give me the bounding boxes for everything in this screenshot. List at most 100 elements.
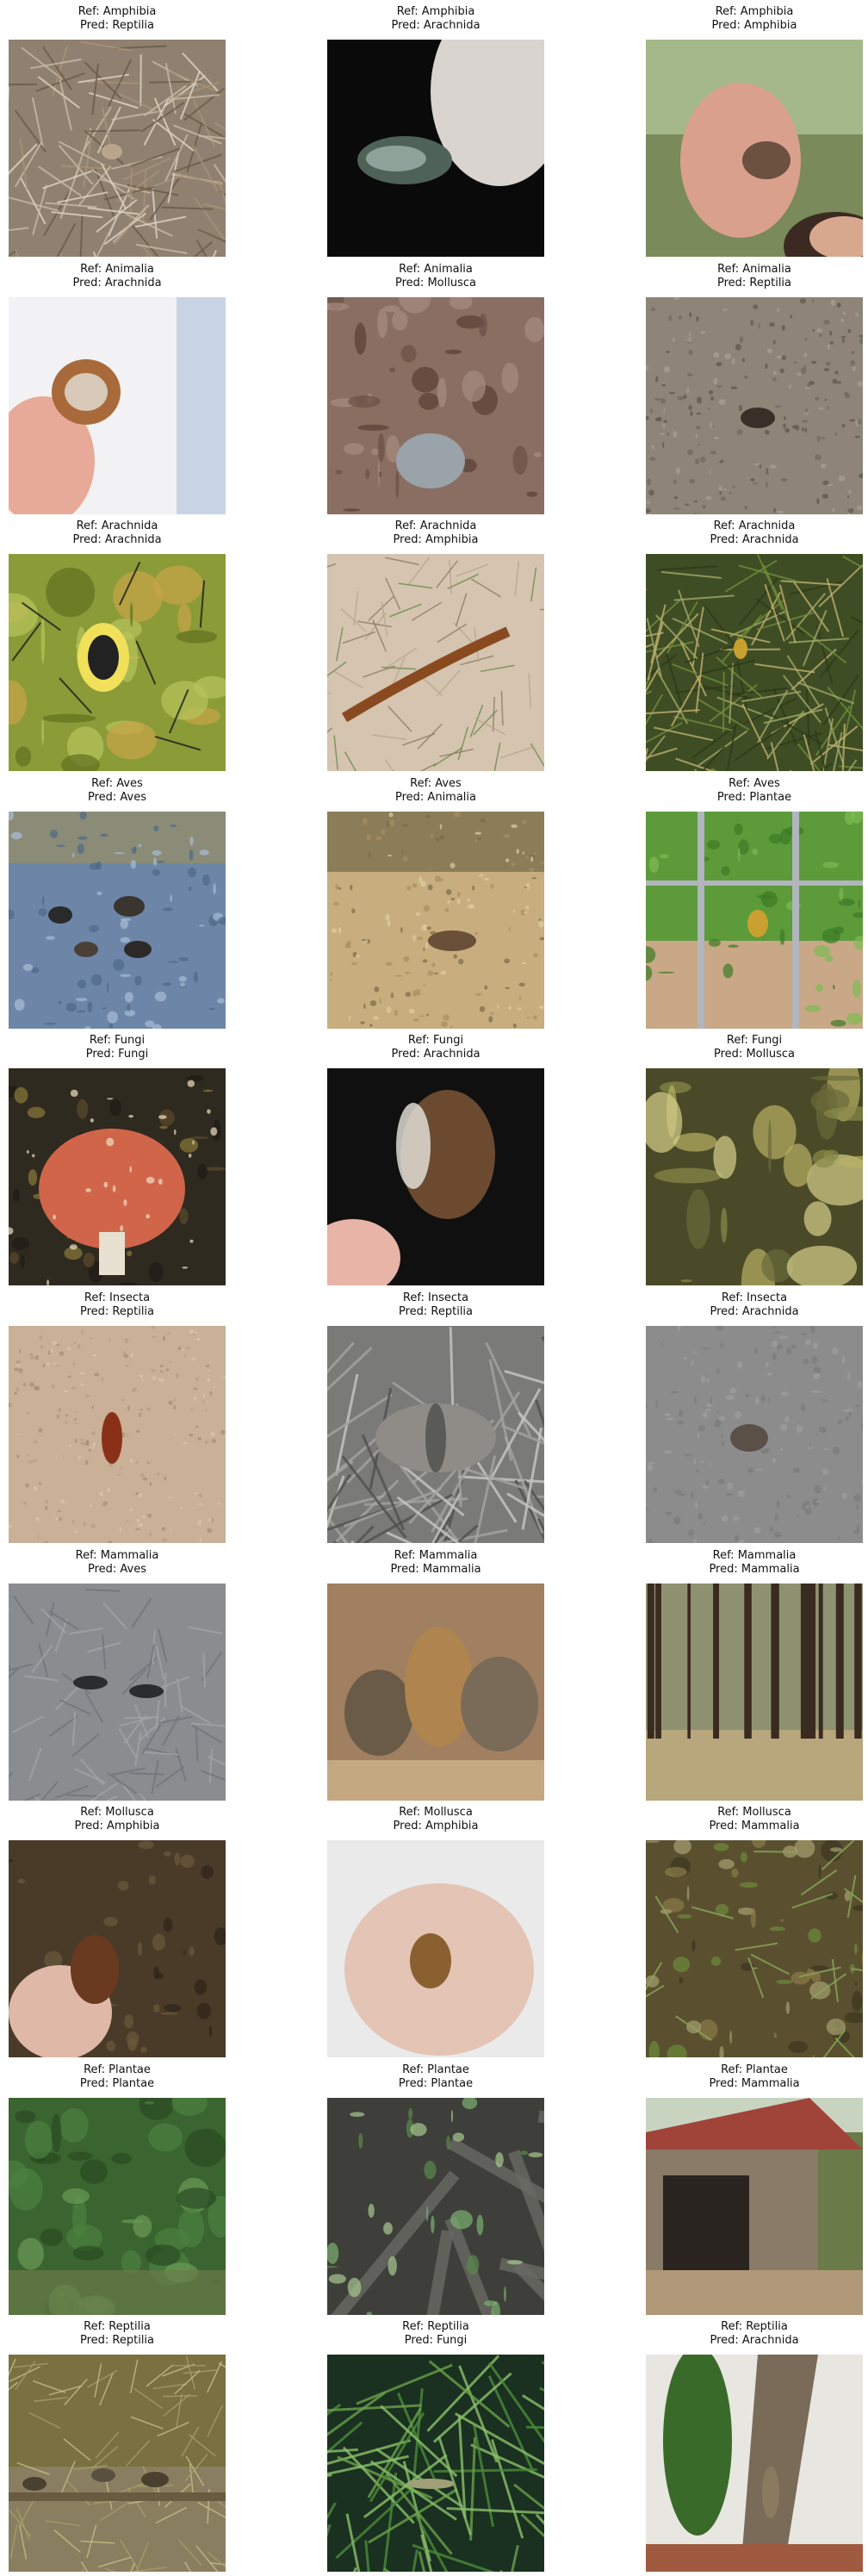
sample-image <box>9 1068 226 1286</box>
prediction-label: Pred: Reptilia <box>716 276 792 289</box>
sample-image <box>327 1068 544 1286</box>
reference-label: Ref: Plantae <box>402 2063 469 2076</box>
panel: Ref: Animalia Pred: Mollusca <box>327 262 544 514</box>
panel: Ref: Mammalia Pred: Mammalia <box>327 1548 544 1801</box>
reference-label: Ref: Animalia <box>80 262 154 276</box>
prediction-label: Pred: Reptilia <box>398 1305 474 1318</box>
reference-label: Ref: Plantae <box>721 2063 788 2076</box>
sample-image <box>646 811 863 1029</box>
prediction-label: Pred: Mammalia <box>709 1562 800 1576</box>
panel: Ref: Mollusca Pred: Amphibia <box>327 1806 544 2058</box>
reference-label: Ref: Animalia <box>717 262 791 276</box>
reference-label: Ref: Aves <box>728 776 780 790</box>
panel: Ref: Mollusca Pred: Mammalia <box>646 1806 863 2058</box>
prediction-label: Pred: Amphibia <box>74 1820 160 1833</box>
sample-image <box>9 40 226 257</box>
panel: Ref: Plantae Pred: Plantae <box>327 2063 544 2315</box>
sample-image <box>646 296 863 514</box>
prediction-label: Pred: Reptilia <box>79 2334 155 2348</box>
panel: Ref: Insecta Pred: Reptilia <box>327 1291 544 1543</box>
sample-image <box>327 2097 544 2315</box>
sample-image <box>9 2355 226 2573</box>
reference-label: Ref: Arachnida <box>394 520 477 533</box>
panel: Ref: Fungi Pred: Fungi <box>9 1034 226 1286</box>
panel: Ref: Animalia Pred: Arachnida <box>9 262 226 514</box>
sample-image <box>646 1840 863 2058</box>
panel: Ref: Amphibia Pred: Reptilia <box>9 5 226 257</box>
reference-label: Ref: Aves <box>410 776 462 790</box>
panel: Ref: Reptilia Pred: Reptilia <box>9 2320 226 2573</box>
reference-label: Ref: Insecta <box>84 1291 151 1304</box>
panel: Ref: Plantae Pred: Mammalia <box>646 2063 863 2315</box>
panel: Ref: Fungi Pred: Arachnida <box>327 1034 544 1286</box>
reference-label: Ref: Amphibia <box>715 5 794 18</box>
sample-image <box>9 1583 226 1801</box>
prediction-label: Pred: Mollusca <box>714 1048 795 1061</box>
sample-image <box>327 296 544 514</box>
panel: Ref: Plantae Pred: Plantae <box>9 2063 226 2315</box>
sample-image <box>9 1326 226 1543</box>
reference-label: Ref: Arachnida <box>76 520 158 533</box>
prediction-label: Pred: Amphibia <box>711 19 797 32</box>
prediction-label: Pred: Arachnida <box>710 1305 799 1318</box>
panel: Ref: Mollusca Pred: Amphibia <box>9 1806 226 2058</box>
panel: Ref: Arachnida Pred: Amphibia <box>327 520 544 772</box>
reference-label: Ref: Mollusca <box>80 1806 154 1820</box>
reference-label: Ref: Insecta <box>721 1291 788 1304</box>
sample-image <box>9 296 226 514</box>
prediction-label: Pred: Plantae <box>398 2076 474 2090</box>
reference-label: Ref: Mollusca <box>399 1806 473 1820</box>
panel: Ref: Mammalia Pred: Aves <box>9 1548 226 1801</box>
sample-image <box>9 2097 226 2315</box>
sample-image <box>646 1068 863 1286</box>
prediction-label: Pred: Arachnida <box>72 276 162 289</box>
sample-image <box>327 40 544 257</box>
panel: Ref: Arachnida Pred: Arachnida <box>9 520 226 772</box>
panel: Ref: Insecta Pred: Reptilia <box>9 1291 226 1543</box>
panel: Ref: Reptilia Pred: Fungi <box>327 2320 544 2573</box>
reference-label: Ref: Mammalia <box>712 1548 797 1562</box>
prediction-label: Pred: Mammalia <box>709 2076 800 2090</box>
prediction-label: Pred: Arachnida <box>391 19 480 32</box>
prediction-label: Pred: Arachnida <box>391 1048 480 1061</box>
prediction-label: Pred: Mammalia <box>390 1562 481 1576</box>
reference-label: Ref: Insecta <box>402 1291 469 1304</box>
prediction-label: Pred: Mollusca <box>395 276 476 289</box>
prediction-label: Pred: Arachnida <box>710 533 799 547</box>
prediction-label: Pred: Reptilia <box>79 19 155 32</box>
panel: Ref: Mammalia Pred: Mammalia <box>646 1548 863 1801</box>
panel: Ref: Insecta Pred: Arachnida <box>646 1291 863 1543</box>
reference-label: Ref: Amphibia <box>78 5 157 18</box>
sample-image <box>327 1840 544 2058</box>
prediction-label: Pred: Aves <box>87 1562 147 1576</box>
prediction-label: Pred: Amphibia <box>393 1820 479 1833</box>
reference-label: Ref: Animalia <box>399 262 473 276</box>
reference-label: Ref: Reptilia <box>402 2320 469 2334</box>
reference-label: Ref: Fungi <box>407 1034 464 1048</box>
prediction-label: Pred: Fungi <box>404 2334 468 2348</box>
prediction-label: Pred: Plantae <box>79 2076 155 2090</box>
reference-label: Ref: Mammalia <box>394 1548 478 1562</box>
sample-image <box>646 1583 863 1801</box>
sample-image <box>327 1326 544 1543</box>
panel: Ref: Amphibia Pred: Amphibia <box>646 5 863 257</box>
reference-label: Ref: Aves <box>91 776 143 790</box>
reference-label: Ref: Mammalia <box>75 1548 159 1562</box>
prediction-label: Pred: Arachnida <box>72 533 162 547</box>
reference-label: Ref: Reptilia <box>84 2320 151 2334</box>
sample-image <box>327 1583 544 1801</box>
panel: Ref: Aves Pred: Animalia <box>327 776 544 1029</box>
reference-label: Ref: Plantae <box>84 2063 151 2076</box>
prediction-label: Pred: Animalia <box>395 790 476 804</box>
reference-label: Ref: Amphibia <box>396 5 475 18</box>
reference-label: Ref: Reptilia <box>721 2320 788 2334</box>
sample-image <box>9 1840 226 2058</box>
sample-image <box>646 2097 863 2315</box>
prediction-label: Pred: Plantae <box>716 790 792 804</box>
reference-label: Ref: Fungi <box>726 1034 783 1048</box>
sample-image <box>646 1326 863 1543</box>
panel: Ref: Aves Pred: Aves <box>9 776 226 1029</box>
prediction-label: Pred: Reptilia <box>79 1305 155 1318</box>
panel: Ref: Fungi Pred: Mollusca <box>646 1034 863 1286</box>
prediction-label: Pred: Mammalia <box>709 1820 800 1833</box>
